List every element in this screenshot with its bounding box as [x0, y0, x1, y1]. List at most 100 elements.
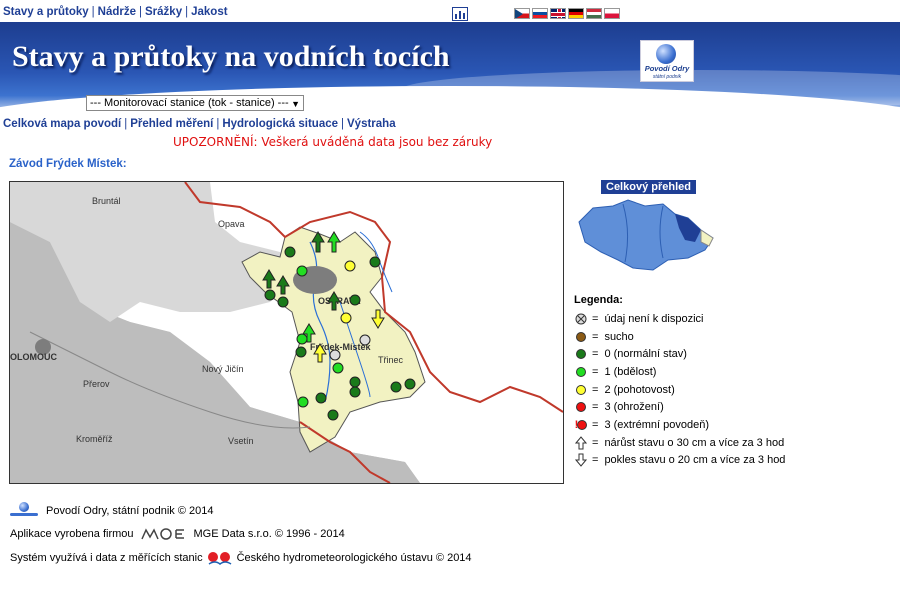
legend-label: nárůst stavu o 30 cm a více za 3 hod [604, 436, 785, 449]
station-marker[interactable] [284, 246, 296, 258]
extreme-flood-icon: ! [574, 418, 588, 432]
overview-map[interactable] [573, 192, 721, 274]
nav-vystraha[interactable]: Výstraha [347, 118, 396, 130]
basin-map-svg: Bruntál Opava OSTRAVA OLOMOUC Nový Jičín… [10, 182, 563, 483]
legend-equals: = [592, 312, 599, 325]
station-select[interactable]: --- Monitorovací stanice (tok - stanice)… [86, 95, 304, 111]
station-marker[interactable] [295, 346, 307, 358]
legend-label: údaj není k dispozici [604, 312, 704, 325]
dark-green-dot-icon [574, 347, 588, 361]
legend-equals: = [592, 454, 599, 467]
povodi-odry-small-logo [10, 502, 38, 520]
station-marker[interactable] [332, 362, 344, 374]
footer-app-prefix: Aplikace vyrobena firmou [10, 528, 134, 540]
footer-app-vendor: MGE Data s.r.o. © 1996 - 2014 [193, 528, 345, 540]
disclaimer-warning: UPOZORNĚNÍ: Veškerá uváděná data jsou be… [173, 135, 493, 149]
nav-srazky[interactable]: Srážky [145, 6, 182, 18]
station-marker[interactable] [344, 260, 356, 272]
legend-label: sucho [604, 330, 634, 343]
legend-item: = nárůst stavu o 30 cm a více za 3 hod [574, 434, 785, 452]
top-navigation: Stavy a průtoky | Nádrže | Srážky | Jakost [3, 6, 228, 18]
legend-item: ! = 3 (extrémní povodeň) [574, 416, 785, 434]
nav-separator: | [185, 6, 189, 18]
legend-item: = 0 (normální stav) [574, 345, 785, 363]
footer-copyright-text: Povodí Odry, státní podnik © 2014 [46, 505, 214, 517]
legend-title: Legenda: [574, 294, 623, 306]
page-title: Stavy a průtoky na vodních tocích [12, 40, 450, 73]
no-data-icon [574, 312, 588, 326]
station-marker-no-data[interactable] [359, 334, 371, 346]
legend-equals: = [592, 436, 599, 449]
nav-hydrologicka-situace[interactable]: Hydrologická situace [222, 118, 338, 130]
legend-item: = sucho [574, 328, 785, 346]
language-flags [514, 8, 620, 19]
nav-celkova-mapa-povodi[interactable]: Celková mapa povodí [3, 118, 121, 130]
map-label-vsetin: Vsetín [228, 436, 254, 446]
footer-system-credit: Systém využívá i data z měřících stanic … [10, 551, 472, 565]
nav-separator: | [216, 118, 220, 130]
map-label-olomouc: OLOMOUC [10, 352, 57, 362]
flag-german-icon[interactable] [568, 8, 584, 19]
legend-item: = 1 (bdělost) [574, 363, 785, 381]
flag-english-icon[interactable] [550, 8, 566, 19]
footer-copyright: Povodí Odry, státní podnik © 2014 [10, 502, 214, 520]
flag-slovak-icon[interactable] [532, 8, 548, 19]
legend-item: = 2 (pohotovost) [574, 381, 785, 399]
station-marker[interactable] [264, 289, 276, 301]
nav-prehled-mereni[interactable]: Přehled měření [130, 118, 213, 130]
footer-system-source: Českého hydrometeorologického ústavu © 2… [236, 552, 472, 564]
map-label-prerov: Přerov [83, 379, 110, 389]
map-label-novy-jicin: Nový Jičín [202, 364, 244, 374]
globe-icon [656, 44, 676, 64]
station-marker[interactable] [277, 296, 289, 308]
light-green-dot-icon [574, 365, 588, 379]
station-marker[interactable] [390, 381, 402, 393]
station-marker[interactable] [297, 396, 309, 408]
chmu-logo [207, 551, 233, 565]
region-title: Závod Frýdek Místek: [9, 158, 127, 170]
nav-stavy-a-prutoky[interactable]: Stavy a průtoky [3, 6, 89, 18]
station-marker[interactable] [327, 409, 339, 421]
flag-czech-icon[interactable] [514, 8, 530, 19]
arrow-up-icon [574, 435, 588, 450]
station-marker[interactable] [340, 312, 352, 324]
flag-polish-icon[interactable] [604, 8, 620, 19]
legend-equals: = [592, 383, 599, 396]
bar-chart-icon[interactable] [452, 7, 468, 21]
legend-equals: = [592, 348, 599, 361]
nav-separator: | [91, 6, 95, 18]
logo-subtext: státní podnik [652, 74, 682, 80]
station-marker[interactable] [315, 392, 327, 404]
map-label-trinec: Třinec [378, 355, 404, 365]
station-marker-no-data[interactable] [329, 349, 341, 361]
nav-nadrze[interactable]: Nádrže [98, 6, 136, 18]
legend-label: 0 (normální stav) [604, 348, 687, 361]
station-marker[interactable] [369, 256, 381, 268]
map-label-bruntal: Bruntál [92, 196, 121, 206]
station-marker[interactable] [296, 265, 308, 277]
legend-label: 3 (extrémní povodeň) [604, 418, 709, 431]
station-marker[interactable] [404, 378, 416, 390]
station-marker[interactable] [349, 294, 361, 306]
yellow-dot-icon [574, 383, 588, 397]
legend-label: 3 (ohrožení) [604, 401, 664, 414]
nav-separator: | [341, 118, 345, 130]
overview-map-svg [578, 199, 714, 271]
legend: Legenda: = údaj není k dispozici = sucho… [574, 294, 785, 469]
station-marker[interactable] [349, 376, 361, 388]
map-label-kromeriz: Kroměříž [76, 434, 113, 444]
legend-label: pokles stavu o 20 cm a více za 3 hod [604, 454, 786, 467]
legend-equals: = [592, 365, 599, 378]
legend-equals: = [592, 418, 599, 431]
footer-app-credit: Aplikace vyrobena firmou MGE Data s.r.o.… [10, 527, 345, 541]
legend-label: 2 (pohotovost) [604, 383, 675, 396]
basin-map[interactable]: Bruntál Opava OSTRAVA OLOMOUC Nový Jičín… [9, 181, 564, 484]
station-marker[interactable] [296, 333, 308, 345]
mge-logo [140, 527, 188, 541]
nav-separator: | [124, 118, 128, 130]
station-select-value: --- Monitorovací stanice (tok - stanice)… [90, 97, 289, 109]
flag-hungarian-icon[interactable] [586, 8, 602, 19]
map-label-opava: Opava [218, 219, 245, 229]
station-marker[interactable] [349, 386, 361, 398]
nav-jakost[interactable]: Jakost [191, 6, 227, 18]
